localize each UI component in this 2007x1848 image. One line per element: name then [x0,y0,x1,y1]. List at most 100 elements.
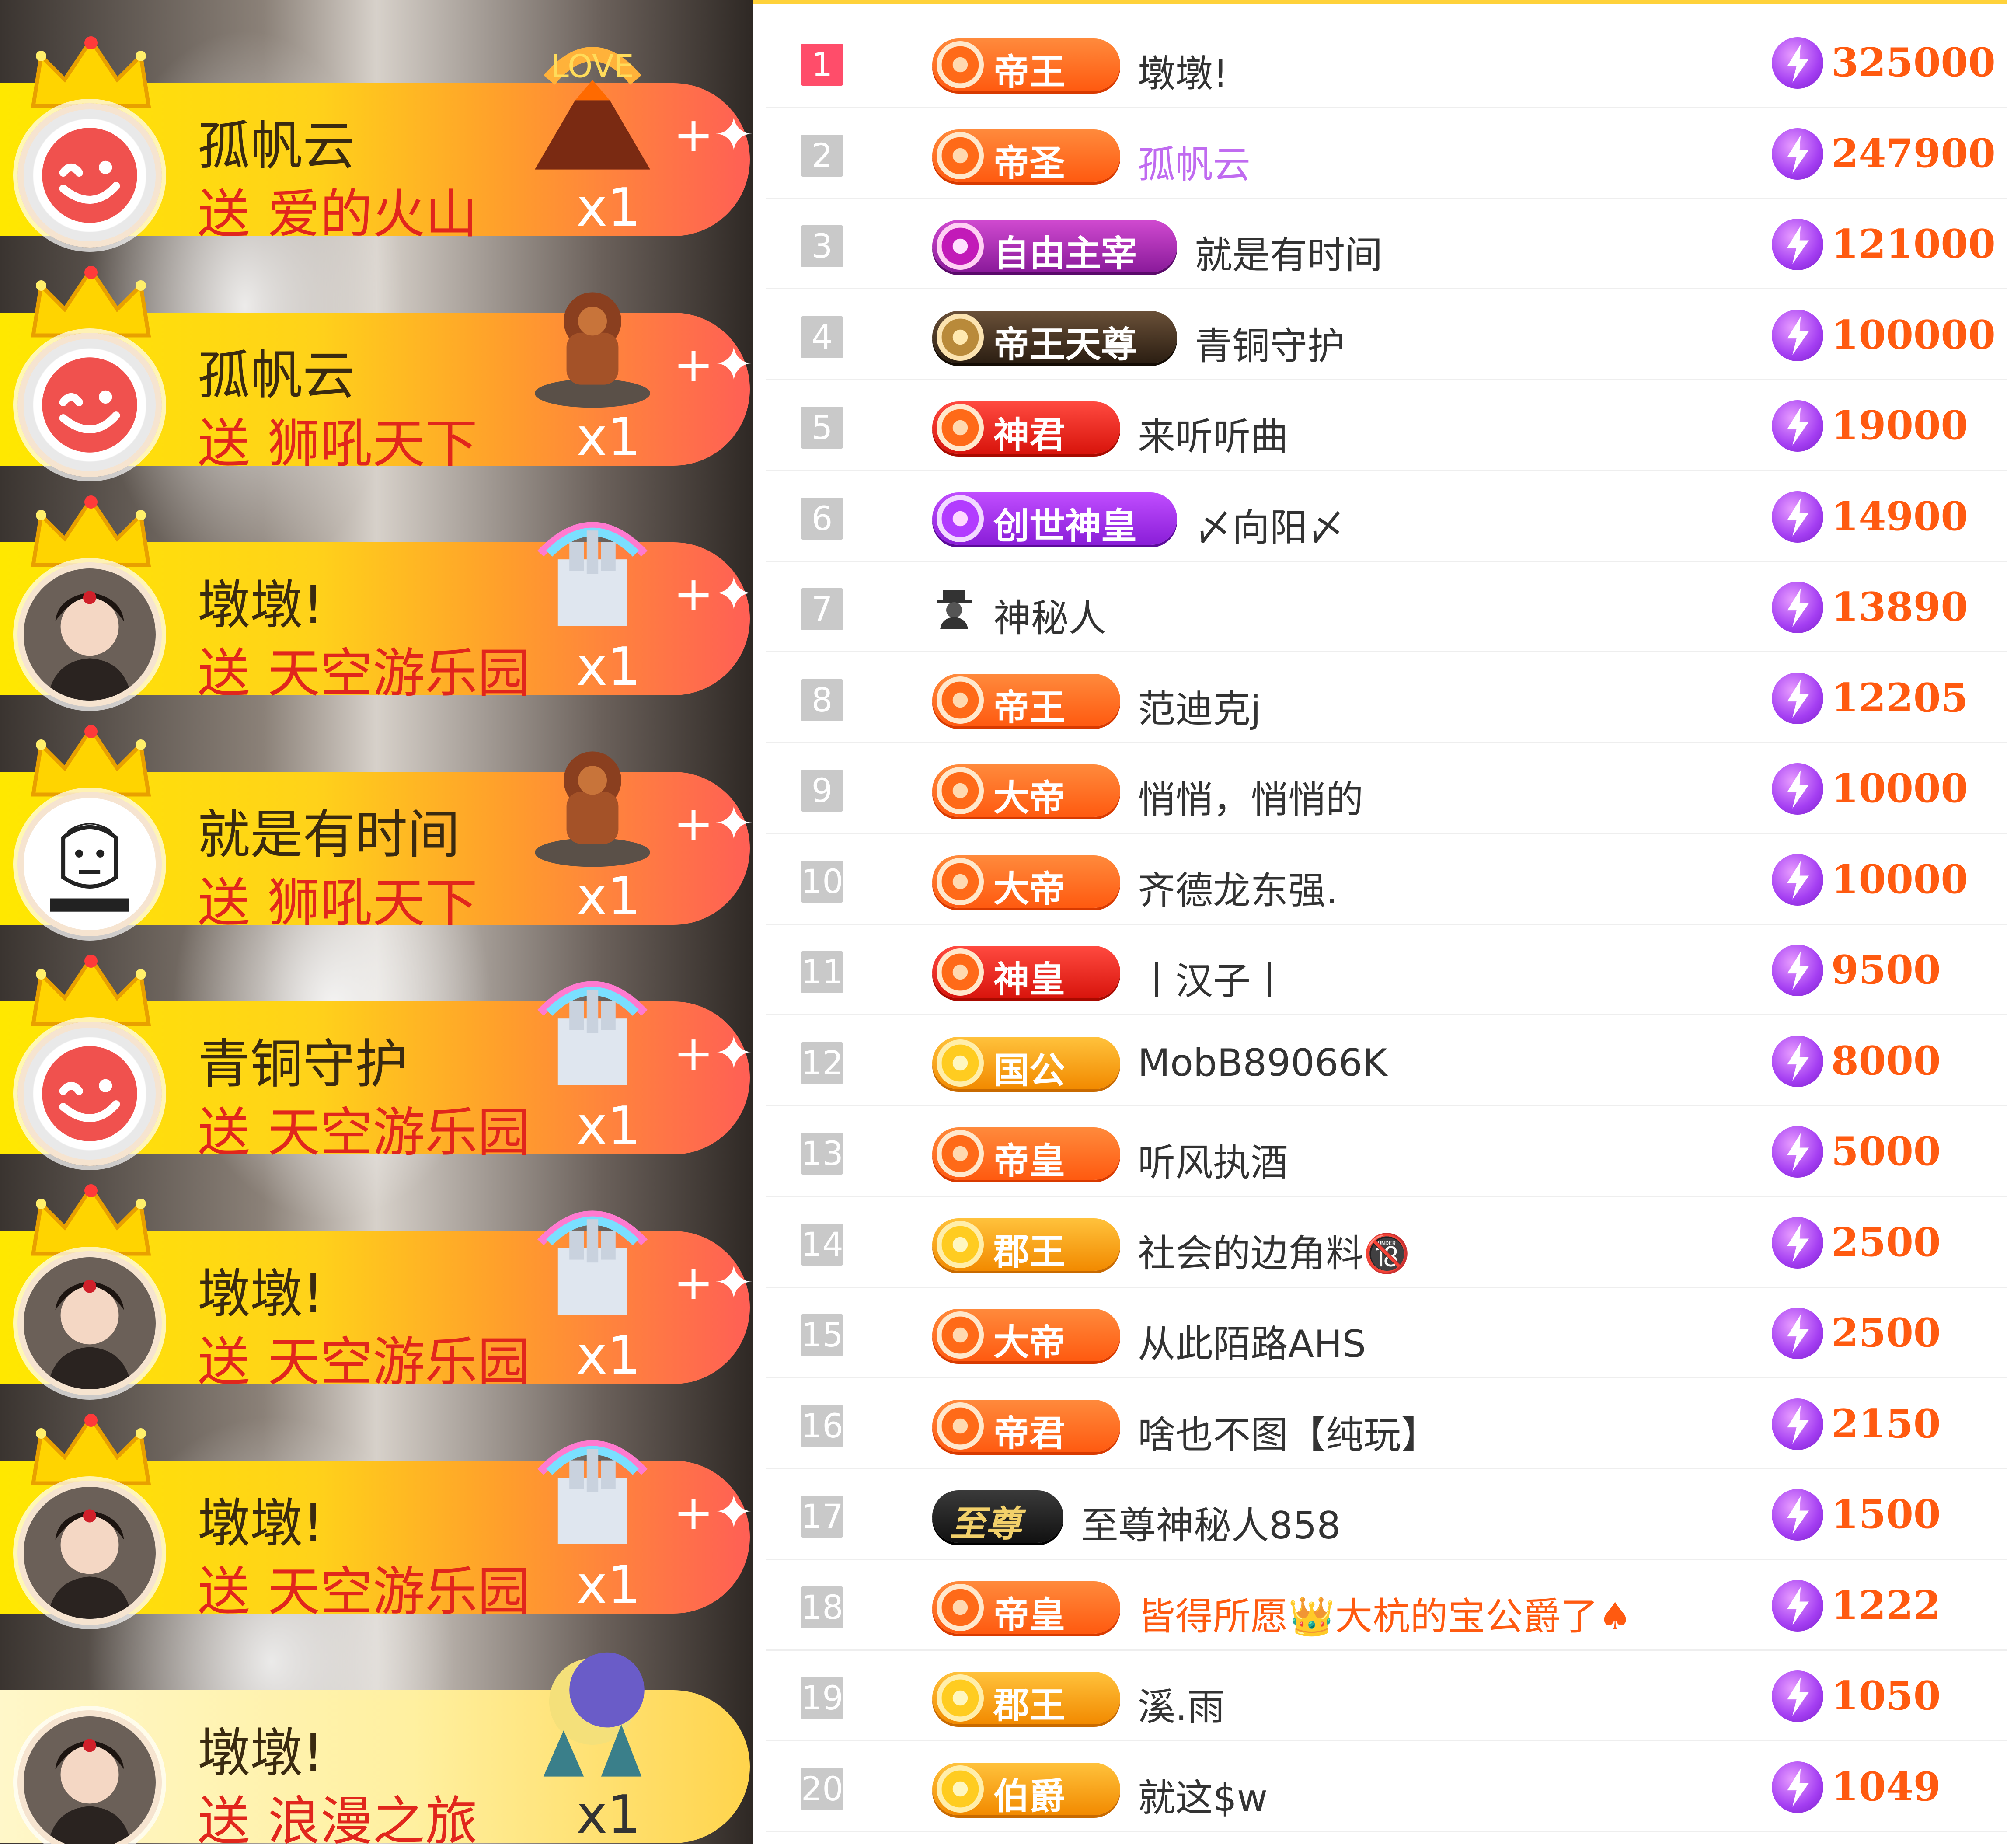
ranking-row[interactable]: 1 帝王 墩墩! 325000 [766,17,2007,108]
level-badge: 大帝 [932,1309,1120,1363]
lightning-coin-icon [1772,219,1823,270]
sender-avatar[interactable] [17,792,162,936]
ranking-row[interactable]: 11 神皇 丨汉子丨 9500 [766,925,2007,1015]
sender-avatar[interactable] [17,1481,162,1625]
contribution-score: 19000 [1831,402,1969,449]
rank-number: 13 [801,1133,843,1175]
lion-icon [520,725,665,870]
ranking-row[interactable]: 20 伯爵 就这$w 1049 [766,1742,2007,1832]
badge-emblem-icon [937,1039,984,1087]
username[interactable]: 墩墩! [1138,43,1228,98]
badge-title: 大帝 [993,868,1066,910]
username[interactable]: 溪.雨 [1138,1676,1225,1731]
sender-avatar[interactable] [17,103,162,248]
level-badge: 帝王天尊 [932,310,1177,366]
ranking-row[interactable]: 19 郡王 溪.雨 1050 [766,1651,2007,1741]
sender-name: 墩墩! [198,1723,324,1784]
level-badge: 大帝 [932,855,1120,910]
crown-icon [31,495,151,567]
ranking-row[interactable]: 15 大帝 从此陌路AHS 2500 [766,1288,2007,1378]
username[interactable]: 就这$w [1138,1767,1268,1822]
username[interactable]: 听风执酒 [1138,1132,1288,1186]
ranking-row[interactable]: 6 创世神皇 〆向阳〆 14900 [766,471,2007,562]
username[interactable]: 青铜守护 [1195,315,1345,370]
ranking-row[interactable]: 17 至尊 至尊神秘人858 1500 [766,1469,2007,1560]
badge-title: 至尊 [950,1503,1021,1545]
badge-emblem-icon [937,1765,984,1813]
gift-name: 浪漫之旅 [268,1791,477,1844]
username[interactable]: 齐德龙东强. [1138,860,1338,914]
sparkle-icon: +✦ [673,336,753,392]
ranking-row[interactable]: 16 帝君 啥也不图【纯玩】 2150 [766,1379,2007,1469]
sender-avatar[interactable] [17,333,162,477]
contribution-score: 100000 [1831,311,1996,358]
rank-number: 5 [801,407,843,449]
ranking-row[interactable]: 12 国公 MobB89066K 8000 [766,1016,2007,1106]
username[interactable]: 就是有时间 [1195,224,1383,279]
lightning-coin-icon [1772,491,1823,543]
ranking-row[interactable]: 9 大帝 悄悄，悄悄的 10000 [766,743,2007,834]
ranking-row[interactable]: 3 自由主宰 就是有时间 121000 [766,199,2007,289]
badge-title: 帝王天尊 [993,324,1137,366]
username[interactable]: 从此陌路AHS [1138,1313,1366,1368]
contribution-score: 2500 [1831,1219,1941,1266]
sender-name: 墩墩! [198,1493,324,1554]
ranking-row[interactable]: 13 帝皇 听风执酒 5000 [766,1106,2007,1197]
badge-title: 帝王 [993,52,1066,93]
crown-icon [31,36,151,108]
gift-count: x1 [576,1785,641,1844]
username[interactable]: 范迪克j [1138,678,1261,733]
level-badge: 自由主宰 [932,220,1177,275]
contribution-score: 121000 [1831,221,1996,267]
username[interactable]: 来听听曲 [1138,406,1288,460]
sender-avatar[interactable] [17,1022,162,1166]
gift-notification: 孤帆云送爱的火山 LOVE x1 +✦ [0,6,753,248]
mystery-user-icon [937,590,972,629]
ranking-row[interactable]: 5 神君 来听听曲 19000 [766,380,2007,471]
username[interactable]: MobB89066K [1138,1041,1387,1085]
username[interactable]: 〆向阳〆 [1195,497,1345,551]
rank-number: 11 [801,951,843,993]
username[interactable]: 悄悄，悄悄的 [1138,769,1363,823]
ranking-row[interactable]: 8 帝王 范迪克j 12205 [766,653,2007,743]
gift-count: x1 [576,178,641,238]
contribution-score: 13890 [1831,584,1969,630]
username[interactable]: 丨汉子丨 [1138,950,1288,1005]
badge-title: 郡王 [993,1685,1066,1726]
lightning-coin-icon [1772,672,1823,724]
ranking-row[interactable]: 14 郡王 社会的边角料🔞 2500 [766,1197,2007,1288]
sparkle-icon: +✦ [673,1484,753,1540]
contribution-ranking-list: 1 帝王 墩墩! 325000 2 帝圣 孤帆云 247900 3 自由主宰 就是有时间 121000… [753,0,2007,1848]
gift-count: x1 [576,637,641,697]
badge-emblem-icon [937,404,984,451]
moon-journey-icon [520,1644,665,1788]
username[interactable]: 皆得所愿👑大杭的宝公爵了♠ [1138,1586,1632,1640]
username[interactable]: 神秘人 [993,587,1106,642]
contribution-score: 9500 [1831,947,1941,993]
ranking-row[interactable]: 18 帝皇 皆得所愿👑大杭的宝公爵了♠ 1222 [766,1560,2007,1651]
level-badge: 帝王 [932,673,1120,729]
ranking-row[interactable]: 2 帝圣 孤帆云 247900 [766,108,2007,199]
username[interactable]: 社会的边角料🔞 [1138,1223,1410,1277]
lightning-coin-icon [1772,854,1823,906]
username[interactable]: 啥也不图【纯玩】 [1138,1404,1439,1459]
ranking-row[interactable]: 4 帝王天尊 青铜守护 100000 [766,290,2007,380]
lightning-coin-icon [1772,582,1823,633]
username[interactable]: 孤帆云 [1138,134,1251,188]
sender-avatar[interactable] [17,562,162,707]
rank-number: 12 [801,1042,843,1084]
sender-avatar[interactable] [17,1251,162,1395]
contribution-score: 2500 [1831,1310,1941,1356]
contribution-score: 1500 [1831,1491,1941,1538]
badge-emblem-icon [937,41,984,88]
badge-title: 帝皇 [993,1594,1066,1636]
crown-icon [31,725,151,797]
badge-emblem-icon [937,1130,984,1177]
ranking-row[interactable]: 7 神秘人 13890 [766,562,2007,652]
ranking-row[interactable]: 10 大帝 齐德龙东强. 10000 [766,834,2007,925]
level-badge: 神皇 [932,946,1120,1001]
lightning-coin-icon [1772,1035,1823,1087]
svg-text:LOVE: LOVE [551,48,634,85]
gift-notification: 就是有时间送狮吼天下 x1 +✦ [0,695,753,936]
username[interactable]: 至尊神秘人858 [1081,1495,1341,1549]
